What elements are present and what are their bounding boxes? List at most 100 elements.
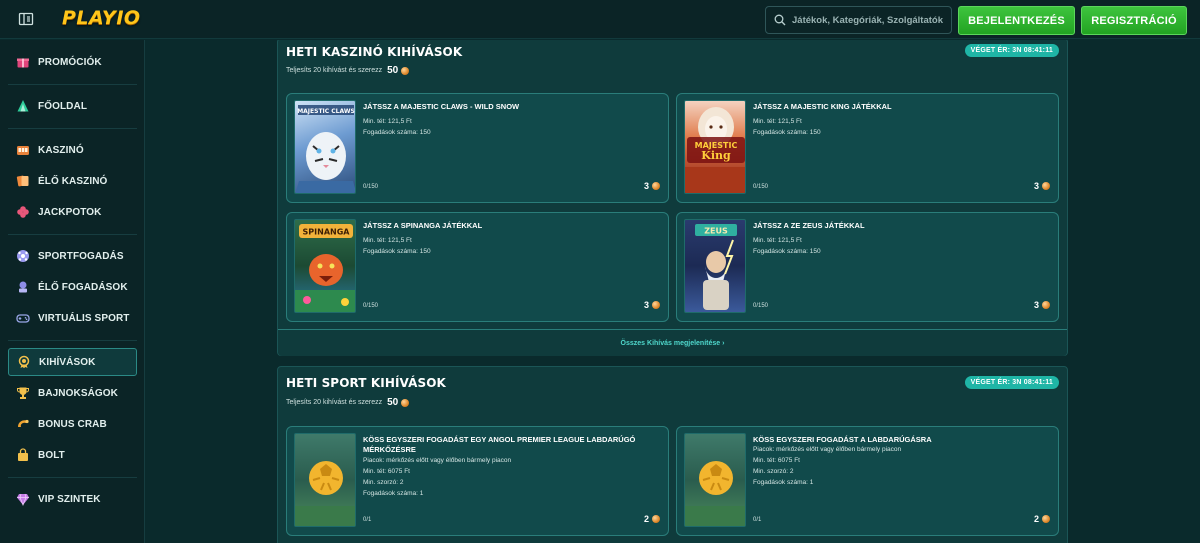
challenge-cards: MAJESTIC CLAWS JÁTSSZ A MAJESTIC CLAWS -… [286,93,1059,323]
bets-count: Fogadások száma: 1 [363,490,424,497]
challenge-progress: 0/150 [363,303,379,309]
points-value: 3 [643,300,649,310]
points-value: 2 [643,514,649,524]
sidebar-item-label: VIRTUÁLIS SPORT [38,312,130,324]
challenge-card[interactable]: KÖSS EGYSZERI FOGADÁST A LABDARÚGÁSRA Pi… [676,426,1059,536]
logo[interactable]: PLAYIO [62,7,141,29]
sidebar-divider [8,340,137,341]
bets-count: Fogadások száma: 150 [363,129,431,136]
sidebar-item-home[interactable]: FŐOLDAL [8,92,137,120]
challenge-progress: 0/150 [363,184,379,190]
sidebar-item-label: VIP SZINTEK [38,493,101,505]
points-value: 2 [1033,514,1039,524]
game-thumbnail-majestic-king[interactable]: MAJESTIC King [684,100,746,194]
game-thumbnail-spinanga[interactable]: SPINANGA [294,219,356,313]
medal-icon [17,355,31,369]
sidebar-item-bonus-crab[interactable]: BONUS CRAB [8,410,137,438]
challenge-points: 2 [644,514,660,524]
total-points: 50 [387,65,399,76]
sidebar-toggle-icon[interactable] [18,11,34,27]
challenge-title: JÁTSSZ A MAJESTIC CLAWS - WILD SNOW [363,102,520,111]
svg-text:SPINANGA: SPINANGA [303,228,351,237]
challenge-title: JÁTSSZ A ZE ZEUS JÁTÉKKAL [753,221,865,230]
challenge-points: 3 [644,300,660,310]
coin-icon [1042,301,1050,309]
min-bet: Min. tét: 6075 Ft [753,457,800,464]
sidebar-item-shop[interactable]: BOLT [8,441,137,469]
sidebar-divider [8,234,137,235]
sidebar-item-live-bets[interactable]: ÉLŐ FOGADÁSOK [8,273,137,301]
sidebar-item-label: ÉLŐ KASZINÓ [38,175,108,187]
coin-icon [652,301,660,309]
challenge-card[interactable]: ZEUS JÁTSSZ A ZE ZEUS JÁTÉKKAL Min. tét:… [676,212,1059,322]
challenge-points: 3 [1034,181,1050,191]
sidebar-item-label: ÉLŐ FOGADÁSOK [38,281,128,293]
top-header: PLAYIO BEJELENTKEZÉS REGISZTRÁCIÓ [0,0,1200,39]
view-all-challenges-link[interactable]: Összes Kihívás megjelenítése › [278,329,1067,356]
trophy-icon [16,386,30,400]
min-bet: Min. tét: 6075 Ft [363,468,410,475]
sidebar-divider [8,84,137,85]
sidebar-item-vip-levels[interactable]: VIP SZINTEK [8,485,137,513]
svg-text:King: King [701,149,731,162]
sidebar-item-label: SPORTFOGADÁS [38,250,124,262]
football-thumbnail[interactable] [294,433,356,527]
min-odds: Min. szorzó: 2 [363,479,404,486]
sidebar-item-virtual-sports[interactable]: VIRTUÁLIS SPORT [8,304,137,332]
casino-challenges-panel: HETI KASZINÓ KIHÍVÁSOK VÉGET ÉR: 3N 08:4… [277,40,1068,356]
sidebar-item-label: FŐOLDAL [38,100,88,112]
challenge-progress: 0/150 [753,184,769,190]
main-content: HETI KASZINÓ KIHÍVÁSOK VÉGET ÉR: 3N 08:4… [145,40,1200,543]
search-box[interactable] [765,6,952,34]
challenge-card[interactable]: SPINANGA JÁTSSZ A SPINANGA JÁTÉKKAL Min.… [286,212,669,322]
svg-text:ZEUS: ZEUS [704,227,728,236]
sidebar-item-tournaments[interactable]: BAJNOKSÁGOK [8,379,137,407]
sidebar-item-label: JACKPOTOK [38,206,102,218]
min-odds: Min. szorzó: 2 [753,468,794,475]
coin-icon [1042,515,1050,523]
coin-icon [401,398,410,407]
sidebar: PROMÓCIÓK FŐOLDAL KASZINÓ ÉLŐ KASZINÓ JA… [0,40,145,543]
points-value: 3 [643,181,649,191]
sidebar-item-challenges[interactable]: KIHÍVÁSOK [8,348,137,376]
sidebar-item-label: BOLT [38,449,65,461]
market-info: Piacok: mérkőzés előtt vagy élőben bárme… [753,446,902,453]
sidebar-item-label: KIHÍVÁSOK [39,356,96,368]
min-bet: Min. tét: 121,5 Ft [753,237,802,244]
sidebar-divider [8,477,137,478]
challenge-points: 3 [644,181,660,191]
panel-subtitle: Teljesíts 20 kihívást és szerezz 50 [286,65,410,76]
challenge-title: KÖSS EGYSZERI FOGADÁST EGY ANGOL PREMIER… [363,435,636,454]
sidebar-item-casino[interactable]: KASZINÓ [8,136,137,164]
search-input[interactable] [792,14,951,26]
ball-icon [16,249,30,263]
challenge-title: JÁTSSZ A SPINANGA JÁTÉKKAL [363,221,483,230]
coin-icon [401,66,410,75]
sidebar-item-promotions[interactable]: PROMÓCIÓK [8,48,137,76]
login-button[interactable]: BEJELENTKEZÉS [958,6,1075,35]
challenge-card[interactable]: KÖSS EGYSZERI FOGADÁST EGY ANGOL PREMIER… [286,426,669,536]
challenge-progress: 0/150 [753,303,769,309]
timer-badge: VÉGET ÉR: 3N 08:41:11 [964,44,1059,57]
game-thumbnail-majestic-claws[interactable]: MAJESTIC CLAWS [294,100,356,194]
total-points: 50 [387,397,399,408]
challenge-card[interactable]: MAJESTIC CLAWS JÁTSSZ A MAJESTIC CLAWS -… [286,93,669,203]
min-bet: Min. tét: 121,5 Ft [363,237,412,244]
football-thumbnail[interactable] [684,433,746,527]
challenge-card[interactable]: MAJESTIC King JÁTSSZ A MAJESTIC KING JÁT… [676,93,1059,203]
crab-icon [16,417,30,431]
bets-count: Fogadások száma: 150 [753,129,821,136]
thumb-logo: MAJESTIC CLAWS [297,108,355,115]
game-thumbnail-zeus[interactable]: ZEUS [684,219,746,313]
sidebar-item-live-casino[interactable]: ÉLŐ KASZINÓ [8,167,137,195]
sidebar-item-jackpots[interactable]: JACKPOTOK [8,198,137,226]
min-bet: Min. tét: 121,5 Ft [363,118,412,125]
sidebar-item-label: PROMÓCIÓK [38,56,102,68]
casino-icon [16,143,30,157]
search-icon [774,14,786,26]
register-button[interactable]: REGISZTRÁCIÓ [1081,6,1187,35]
sidebar-item-sports[interactable]: SPORTFOGADÁS [8,242,137,270]
bag-icon [16,448,30,462]
subtitle-text: Teljesíts 20 kihívást és szerezz [286,399,383,406]
bets-count: Fogadások száma: 1 [753,479,814,486]
